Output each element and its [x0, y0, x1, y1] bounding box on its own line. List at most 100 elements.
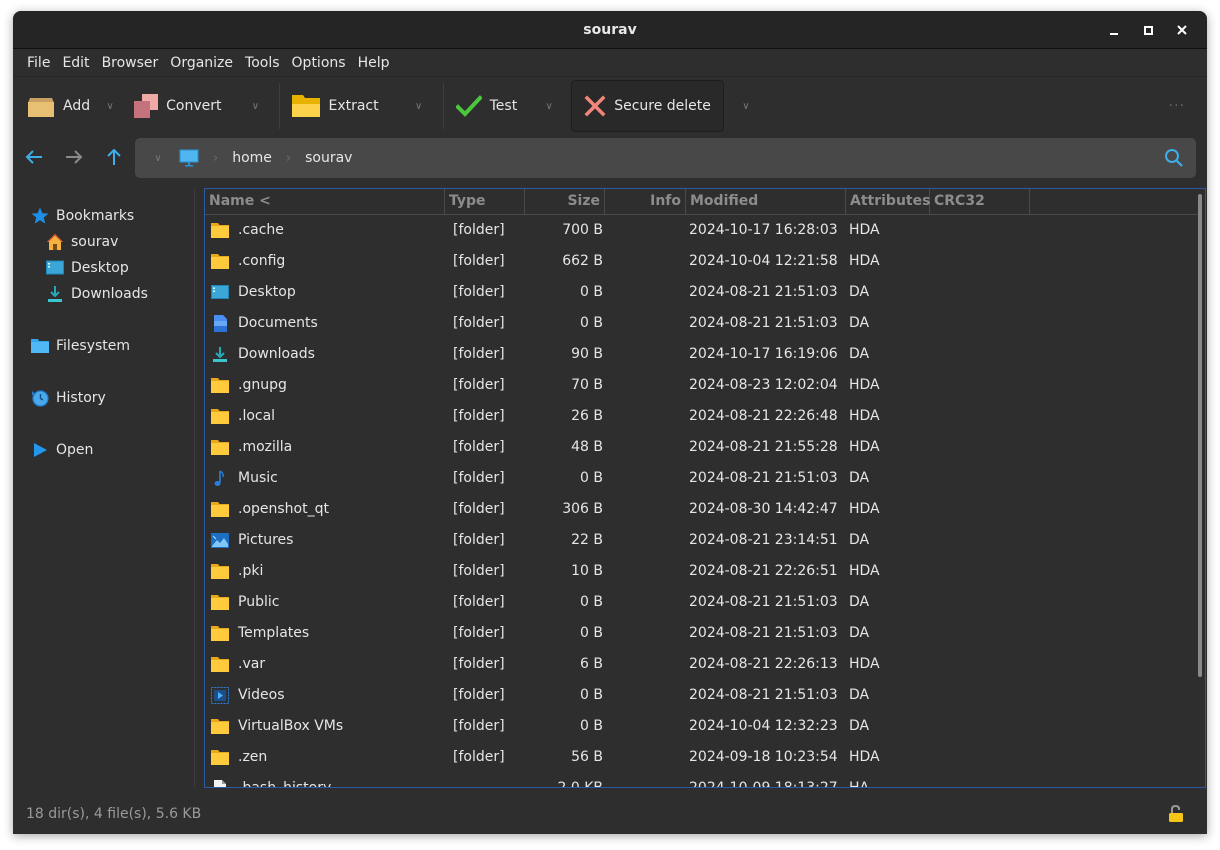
file-type: [folder] — [453, 315, 505, 331]
file-row[interactable]: Templates [folder] 0 B 2024-08-21 21:51:03 D… — [205, 618, 1195, 649]
file-type: [folder] — [453, 470, 505, 486]
sidebar-item-bookmarks[interactable]: Bookmarks — [31, 207, 134, 225]
convert-label: Convert — [166, 98, 222, 114]
file-attributes: DA — [849, 718, 870, 734]
file-type: [folder] — [453, 501, 505, 517]
file-row[interactable]: .config [folder] 662 B 2024-10-04 12:21:58 H… — [205, 246, 1195, 277]
search-button[interactable] — [1164, 148, 1184, 168]
breadcrumb-sourav[interactable]: sourav — [305, 150, 352, 166]
convert-button[interactable]: Convert — [132, 80, 223, 132]
minimize-button[interactable] — [1097, 11, 1131, 49]
menu-browser[interactable]: Browser — [97, 55, 164, 71]
downloads-icon — [213, 347, 227, 362]
sidebar-item-desktop[interactable]: Desktop — [46, 259, 129, 277]
column-header-info[interactable]: Info — [605, 189, 686, 214]
close-button[interactable] — [1165, 11, 1199, 49]
file-row[interactable]: .openshot_qt [folder] 306 B 2024-08-30 14:4… — [205, 494, 1195, 525]
file-size: 10 B — [571, 563, 603, 579]
file-attributes: DA — [849, 625, 870, 641]
window-title: sourav — [583, 21, 637, 38]
sidebar-item-sourav[interactable]: sourav — [46, 233, 118, 251]
file-row[interactable]: .cache [folder] 700 B 2024-10-17 16:28:03 HD… — [205, 215, 1195, 246]
more-options-button[interactable]: ··· — [1169, 98, 1185, 114]
test-button[interactable]: Test — [454, 80, 520, 132]
sidebar-splitter[interactable] — [194, 189, 195, 787]
menu-organize[interactable]: Organize — [165, 55, 238, 71]
file-size: 90 B — [571, 346, 603, 362]
file-row[interactable]: .var [folder] 6 B 2024-08-21 22:26:13 HDA — [205, 649, 1195, 680]
file-size: 0 B — [580, 687, 603, 703]
computer-icon[interactable] — [179, 149, 199, 167]
file-row[interactable]: Documents [folder] 0 B 2024-08-21 21:51:03 D… — [205, 308, 1195, 339]
sidebar-item-open[interactable]: Open — [31, 441, 93, 459]
file-attributes: DA — [849, 284, 870, 300]
file-name: .cache — [238, 222, 284, 238]
file-attributes: DA — [849, 315, 870, 331]
file-row[interactable]: Videos [folder] 0 B 2024-08-21 21:51:03 DA — [205, 680, 1195, 711]
arrow-left-icon — [25, 150, 42, 164]
file-row[interactable]: .mozilla [folder] 48 B 2024-08-21 21:55:28 H… — [205, 432, 1195, 463]
file-row[interactable]: Downloads [folder] 90 B 2024-10-17 16:19:06… — [205, 339, 1195, 370]
archive-lock-button[interactable] — [1168, 804, 1184, 823]
file-modified: 2024-08-21 21:55:28 — [689, 439, 838, 455]
file-row[interactable]: .local [folder] 26 B 2024-08-21 22:26:48 HDA — [205, 401, 1195, 432]
add-button[interactable]: Add — [25, 80, 92, 132]
file-modified: 2024-08-30 14:42:47 — [689, 501, 838, 517]
folder-icon — [211, 440, 229, 455]
folder-icon — [211, 657, 229, 672]
back-button[interactable] — [22, 145, 46, 169]
column-header-size[interactable]: Size — [525, 189, 605, 214]
sidebar-item-history[interactable]: History — [31, 389, 106, 407]
file-row[interactable]: Pictures [folder] 22 B 2024-08-21 23:14:51 D… — [205, 525, 1195, 556]
address-bar[interactable]: ∨ › home › sourav — [135, 138, 1196, 178]
column-header-crc32[interactable]: CRC32 — [930, 189, 1030, 214]
file-name: Downloads — [238, 346, 315, 362]
file-attributes: HDA — [849, 253, 880, 269]
file-name: .openshot_qt — [238, 501, 329, 517]
secure-delete-dropdown[interactable]: ∨ — [728, 80, 764, 132]
column-header-attributes[interactable]: Attributes — [846, 189, 930, 214]
maximize-icon — [1143, 25, 1153, 35]
menu-tools[interactable]: Tools — [240, 55, 285, 71]
sidebar-item-downloads[interactable]: Downloads — [46, 285, 148, 303]
secure-delete-button[interactable]: Secure delete — [571, 80, 724, 132]
file-row[interactable]: Music [folder] 0 B 2024-08-21 21:51:03 DA — [205, 463, 1195, 494]
file-list[interactable]: Name < Type Size Info Modified Attribute… — [204, 188, 1206, 788]
file-row[interactable]: .zen [folder] 56 B 2024-09-18 10:23:54 HDA — [205, 742, 1195, 773]
file-row[interactable]: .gnupg [folder] 70 B 2024-08-23 12:02:04 HDA — [205, 370, 1195, 401]
forward-button[interactable] — [62, 145, 86, 169]
column-header-modified[interactable]: Modified — [686, 189, 846, 214]
status-summary: 18 dir(s), 4 file(s), 5.6 KB — [26, 806, 202, 822]
extract-dropdown[interactable]: ∨ — [401, 80, 437, 132]
window-controls — [1097, 11, 1199, 49]
file-row[interactable]: Public [folder] 0 B 2024-08-21 21:51:03 DA — [205, 587, 1195, 618]
menu-options[interactable]: Options — [287, 55, 351, 71]
file-row[interactable]: Desktop [folder] 0 B 2024-08-21 21:51:03 DA — [205, 277, 1195, 308]
column-header-type[interactable]: Type — [445, 189, 525, 214]
menu-file[interactable]: File — [22, 55, 55, 71]
file-row[interactable]: VirtualBox VMs [folder] 0 B 2024-10-04 12:3… — [205, 711, 1195, 742]
file-size: 56 B — [571, 749, 603, 765]
file-list-header: Name < Type Size Info Modified Attribute… — [205, 189, 1201, 215]
vertical-scrollbar[interactable] — [1198, 194, 1202, 677]
title-bar[interactable]: sourav — [13, 11, 1207, 49]
maximize-button[interactable] — [1131, 11, 1165, 49]
file-type: [folder] — [453, 408, 505, 424]
play-triangle-icon — [31, 441, 49, 459]
up-button[interactable] — [102, 145, 126, 169]
folder-icon — [211, 502, 229, 517]
column-header-name[interactable]: Name < — [205, 189, 445, 214]
convert-dropdown[interactable]: ∨ — [237, 80, 273, 132]
breadcrumb-home[interactable]: home — [232, 150, 272, 166]
file-row[interactable]: .bash_history 2.0 KB 2024-10-09 18:13:27 HA — [205, 773, 1195, 787]
extract-button[interactable]: Extract — [290, 80, 380, 132]
file-size: 48 B — [571, 439, 603, 455]
menu-help[interactable]: Help — [353, 55, 395, 71]
file-row[interactable]: .pki [folder] 10 B 2024-08-21 22:26:51 HDA — [205, 556, 1195, 587]
breadcrumb-history-dropdown[interactable]: ∨ — [143, 153, 173, 164]
file-modified: 2024-08-21 21:51:03 — [689, 625, 838, 641]
sidebar-item-filesystem[interactable]: Filesystem — [31, 337, 130, 355]
add-dropdown[interactable]: ∨ — [92, 80, 128, 132]
test-dropdown[interactable]: ∨ — [531, 80, 567, 132]
menu-edit[interactable]: Edit — [57, 55, 94, 71]
